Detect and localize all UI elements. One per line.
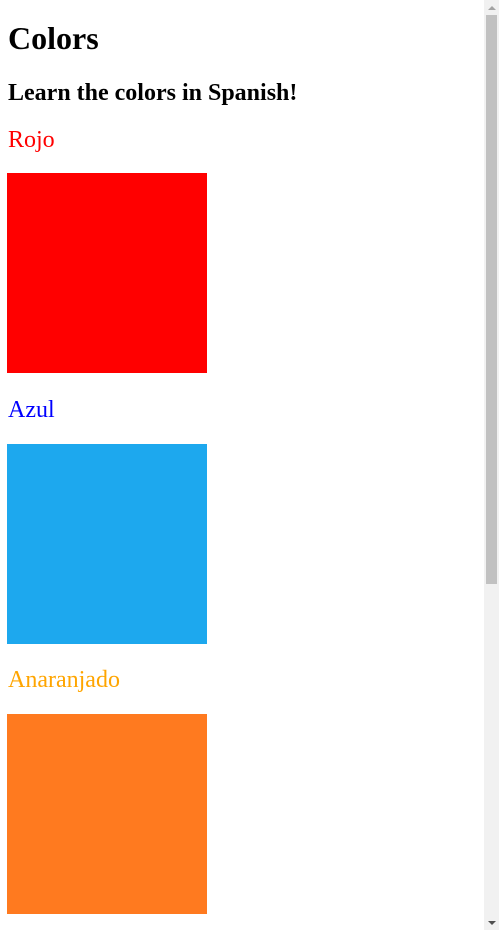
scrollbar-thumb[interactable] xyxy=(486,15,497,584)
arrow-down-icon[interactable] xyxy=(484,915,499,930)
page-subtitle: Learn the colors in Spanish! xyxy=(8,80,298,106)
color-swatch-anaranjado xyxy=(7,714,207,914)
arrow-up-icon[interactable] xyxy=(484,0,499,15)
color-label-azul: Azul xyxy=(8,397,55,423)
page-content: Colors Learn the colors in Spanish! Rojo… xyxy=(0,0,484,930)
color-label-rojo: Rojo xyxy=(8,127,55,153)
color-swatch-azul xyxy=(7,444,207,644)
color-label-anaranjado: Anaranjado xyxy=(8,667,120,693)
page-title: Colors xyxy=(8,20,99,56)
color-swatch-rojo xyxy=(7,173,207,373)
vertical-scrollbar[interactable] xyxy=(484,0,499,930)
